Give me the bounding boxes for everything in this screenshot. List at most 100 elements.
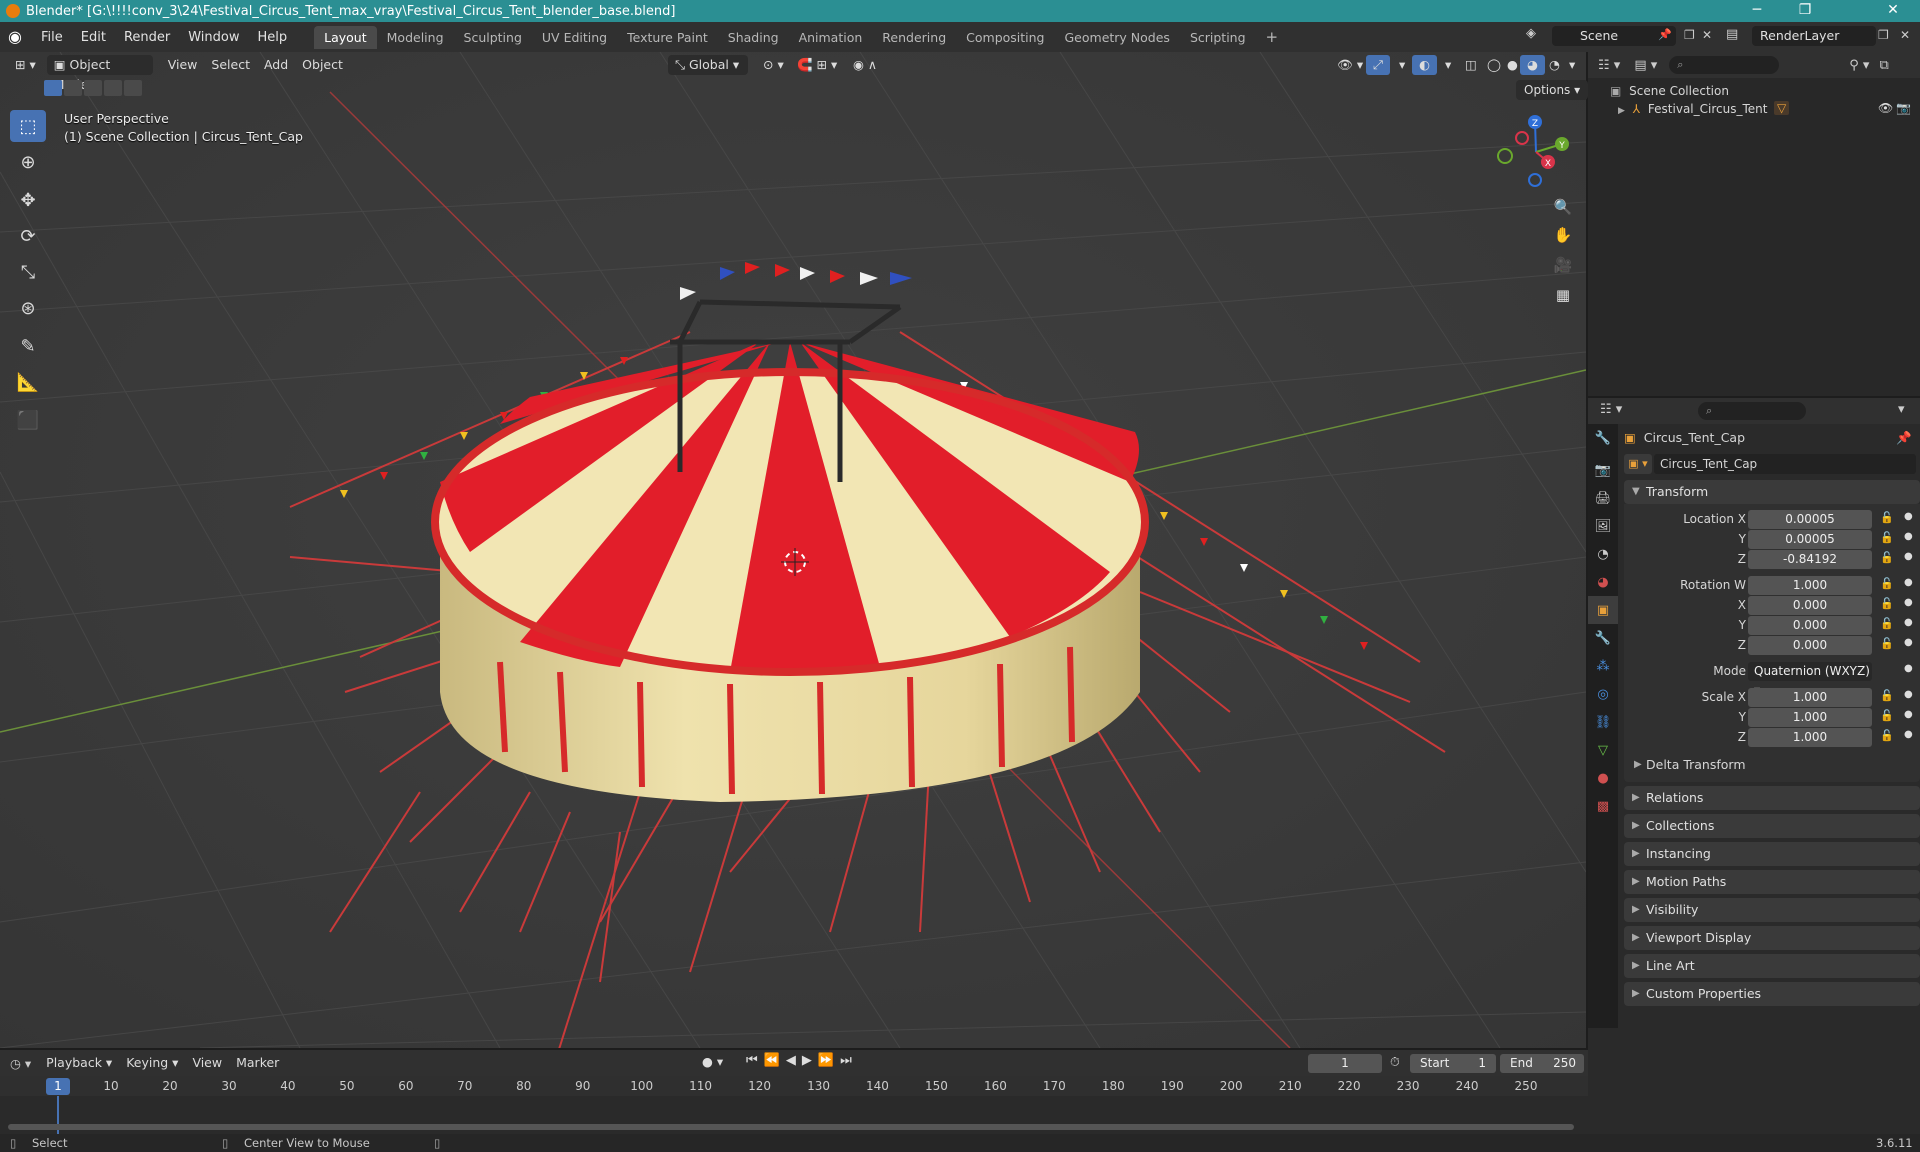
particles-tab-icon[interactable]: ⁂ [1588,652,1618,680]
gizmo-toggle-icon[interactable]: ⤢ [1366,55,1391,75]
expand-arrow-icon[interactable]: ▶ [1618,106,1625,116]
add-cube-tool-icon[interactable]: ⬛ [10,404,46,436]
blender-menu-icon[interactable]: ◉ [8,27,28,47]
gizmo-dropdown-icon[interactable]: ▾ [1392,55,1412,75]
outliner-search-field[interactable]: ⌕ [1669,56,1780,74]
mode-selector[interactable]: ▣ Object Mode ▾ [46,55,153,92]
tab-modeling[interactable]: Modeling [377,26,454,49]
current-frame-field[interactable]: 1 [1308,1054,1382,1073]
measure-tool-icon[interactable]: 📐 [10,366,46,398]
select-new-icon[interactable] [44,80,62,96]
properties-options-icon[interactable]: ▾ [1898,402,1905,417]
timeline-scrollbar[interactable] [8,1124,1574,1130]
scale-x-field[interactable]: 1.000 [1748,688,1872,707]
tab-sculpting[interactable]: Sculpting [454,26,532,49]
keyframe-dot-icon[interactable]: ● [1904,689,1913,700]
pin-icon[interactable]: 📌 [1896,424,1912,452]
select-extend-icon[interactable] [64,80,82,96]
lock-icon[interactable]: 🔓 [1880,689,1894,702]
rotation-mode-dropdown[interactable]: Quaternion (WXYZ) ▾ [1748,662,1872,697]
viewport-menu-add[interactable]: Add [257,55,295,75]
options-dropdown[interactable]: Options ▾ [1516,80,1589,100]
timeline-menu-playback[interactable]: Playback ▾ [39,1053,119,1073]
rotation-z-field[interactable]: 0.000 [1748,636,1872,655]
lock-icon[interactable]: 🔓 [1880,511,1894,524]
viewport-menu-select[interactable]: Select [204,55,257,75]
tab-uv-editing[interactable]: UV Editing [532,26,617,49]
keyframe-dot-icon[interactable]: ● [1904,663,1913,674]
timeline-menu-keying[interactable]: Keying ▾ [119,1053,185,1073]
overlays-toggle-icon[interactable]: ◐ [1412,55,1437,75]
render-camera-icon[interactable]: 📷 [1896,101,1911,115]
instancing-panel[interactable]: ▶ Instancing [1624,842,1920,866]
tab-geometry-nodes[interactable]: Geometry Nodes [1055,26,1180,49]
pivot-point-icon[interactable]: ⊙ ▾ [756,55,791,75]
keyframe-dot-icon[interactable]: ● [1904,531,1913,542]
timeline-menu-view[interactable]: View [185,1053,229,1073]
motion-paths-panel[interactable]: ▶ Motion Paths [1624,870,1920,894]
properties-editor-type-icon[interactable]: ☷ ▾ [1600,402,1622,417]
lock-icon[interactable]: 🔓 [1880,637,1894,650]
menu-window[interactable]: Window [179,30,248,45]
viewport-display-panel[interactable]: ▶ Viewport Display [1624,926,1920,950]
display-mode-icon[interactable]: ▤ ▾ [1634,58,1657,73]
move-tool-icon[interactable]: ✥ [10,184,46,216]
view-layer-tab-icon[interactable]: 🖼 [1588,512,1618,540]
location-z-field[interactable]: -0.84192 [1748,550,1872,569]
transform-orientation-dropdown[interactable]: ⤡ Global ▾ [668,55,748,75]
snap-icon[interactable]: 🧲 ⊞ ▾ [790,55,844,75]
view-layer-field[interactable]: RenderLayer [1752,26,1876,46]
menu-help[interactable]: Help [249,30,297,45]
rotate-tool-icon[interactable]: ⟳ [10,220,46,252]
scene-collection-row[interactable]: ▣ Scene Collection [1588,78,1920,98]
keyframe-dot-icon[interactable]: ● [1904,551,1913,562]
zoom-icon[interactable]: 🔍 [1550,194,1576,220]
location-x-field[interactable]: 0.00005 [1748,510,1872,529]
data-tab-icon[interactable]: ▽ [1588,736,1618,764]
transform-panel-header[interactable]: ▼ Transform [1624,480,1920,504]
shading-dropdown-icon[interactable]: ▾ [1562,55,1582,75]
pin-scene-icon[interactable]: 📌 [1658,28,1672,41]
add-workspace-button[interactable]: + [1256,24,1289,50]
delete-view-layer-icon[interactable]: ✕ [1900,28,1910,42]
keyframe-dot-icon[interactable]: ● [1904,577,1913,588]
rotation-w-field[interactable]: 1.000 [1748,576,1872,595]
scale-y-field[interactable]: 1.000 [1748,708,1872,727]
outliner-item-festival-circus-tent[interactable]: ▶ ⅄ Festival_Circus_Tent ▽ 👁 📷 [1588,98,1920,118]
rotation-x-field[interactable]: 0.000 [1748,596,1872,615]
outliner-editor-type-icon[interactable]: ☷ ▾ [1598,58,1620,73]
menu-file[interactable]: File [32,30,72,45]
relations-panel[interactable]: ▶ Relations [1624,786,1920,810]
visibility-eye-icon[interactable]: 👁 [1878,101,1893,115]
close-button[interactable]: ✕ [1870,0,1916,22]
editor-type-icon[interactable]: ⊞ ▾ [8,55,43,75]
new-scene-icon[interactable]: ❐ [1684,28,1695,42]
properties-search-field[interactable]: ⌕ [1698,402,1806,420]
collections-panel[interactable]: ▶ Collections [1624,814,1920,838]
delete-scene-icon[interactable]: ✕ [1702,28,1712,42]
select-intersect-icon[interactable] [124,80,142,96]
tab-shading[interactable]: Shading [718,26,789,49]
overlays-dropdown-icon[interactable]: ▾ [1438,55,1458,75]
new-collection-icon[interactable]: ⧉ [1879,58,1888,73]
rotation-y-field[interactable]: 0.000 [1748,616,1872,635]
lock-icon[interactable]: 🔓 [1880,531,1894,544]
playback-controls[interactable]: ⏮⏪◀▶⏩⏭ [746,1053,858,1068]
world-tab-icon[interactable]: ◕ [1588,568,1618,596]
texture-tab-icon[interactable]: ▩ [1588,792,1618,820]
start-frame-field[interactable]: Start 1 [1410,1054,1496,1073]
camera-view-icon[interactable]: 🎥 [1550,252,1576,278]
lock-icon[interactable]: 🔓 [1880,577,1894,590]
lock-icon[interactable]: 🔓 [1880,729,1894,742]
datablock-browse-icon[interactable]: ▣ ▾ [1624,454,1652,474]
lock-icon[interactable]: 🔓 [1880,597,1894,610]
timeline-ruler[interactable]: 1 10 20 30 40 50 60 70 80 90 100 110 120 130 140 150 160… [0,1076,1588,1096]
menu-render[interactable]: Render [115,30,179,45]
tab-compositing[interactable]: Compositing [956,26,1054,49]
modifier-tab-icon[interactable]: 🔧 [1588,624,1618,652]
lock-icon[interactable]: 🔓 [1880,551,1894,564]
keyframe-dot-icon[interactable]: ● [1904,637,1913,648]
pan-hand-icon[interactable]: ✋ [1550,222,1576,248]
select-box-tool-icon[interactable]: ⬚ [10,110,46,142]
timeline-editor-type-icon[interactable]: ◷ ▾ [10,1056,31,1071]
